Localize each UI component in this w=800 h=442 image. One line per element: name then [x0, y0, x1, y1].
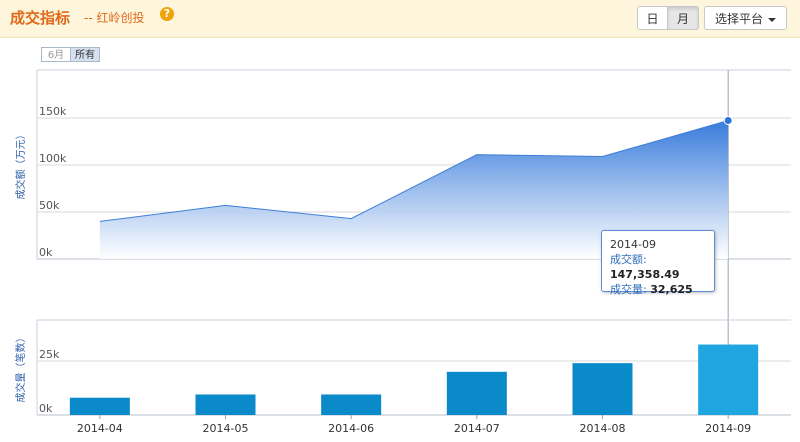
x-tick-label: 2014-09: [705, 422, 751, 435]
tooltip-date: 2014-09: [610, 238, 656, 251]
x-tick-label: 2014-04: [77, 422, 123, 435]
month-button[interactable]: 月: [668, 6, 699, 30]
x-tick-label: 2014-07: [454, 422, 500, 435]
chevron-down-icon: [768, 17, 777, 22]
top-y-tick-label: 0k: [39, 246, 53, 259]
bottom-y-axis-title: 成交量（笔数）: [14, 333, 27, 403]
period-toggle: 日 月: [637, 6, 699, 30]
volume-bar: [572, 363, 633, 415]
volume-bar: [321, 394, 382, 415]
volume-series: [69, 344, 759, 415]
top-y-tick-label: 100k: [39, 152, 67, 165]
top-y-axis-title: 成交额（万元）: [14, 130, 27, 200]
day-button[interactable]: 日: [637, 6, 668, 30]
data-tooltip: 2014-09 成交额: 147,358.49 成交量: 32,625: [601, 230, 715, 296]
bottom-y-tick-label: 25k: [39, 348, 60, 361]
volume-bar: [698, 344, 759, 415]
question-circle-icon[interactable]: ?: [160, 7, 174, 21]
x-tick-label: 2014-05: [203, 422, 249, 435]
tooltip-amount-value: 147,358.49: [610, 268, 680, 281]
top-y-tick-label: 150k: [39, 105, 67, 118]
tooltip-volume-value: 32,625: [650, 283, 693, 296]
tooltip-volume-label: 成交量:: [610, 283, 647, 296]
page-title: 成交指标: [10, 9, 71, 27]
top-y-tick-label: 50k: [39, 199, 60, 212]
x-tick-label: 2014-08: [580, 422, 626, 435]
tooltip-amount-label: 成交额:: [610, 253, 647, 266]
select-platform-dropdown[interactable]: 选择平台: [704, 6, 788, 30]
platform-subtitle: -- 红岭创投: [84, 11, 145, 25]
bottom-y-tick-label: 0k: [39, 402, 53, 415]
x-tick-label: 2014-06: [328, 422, 374, 435]
amount-point: [723, 115, 733, 125]
chart-area: 6月 所有 0k 50k 100k 150k 成交额（万元） 0k 25k 成交量（笔数） 20…: [0, 38, 800, 442]
volume-bar: [69, 397, 130, 415]
volume-bar: [446, 371, 507, 415]
select-platform-label: 选择平台: [715, 12, 764, 26]
panel-header: 成交指标 -- 红岭创投 ? 日 月 选择平台: [0, 0, 800, 38]
volume-bar: [195, 394, 256, 415]
